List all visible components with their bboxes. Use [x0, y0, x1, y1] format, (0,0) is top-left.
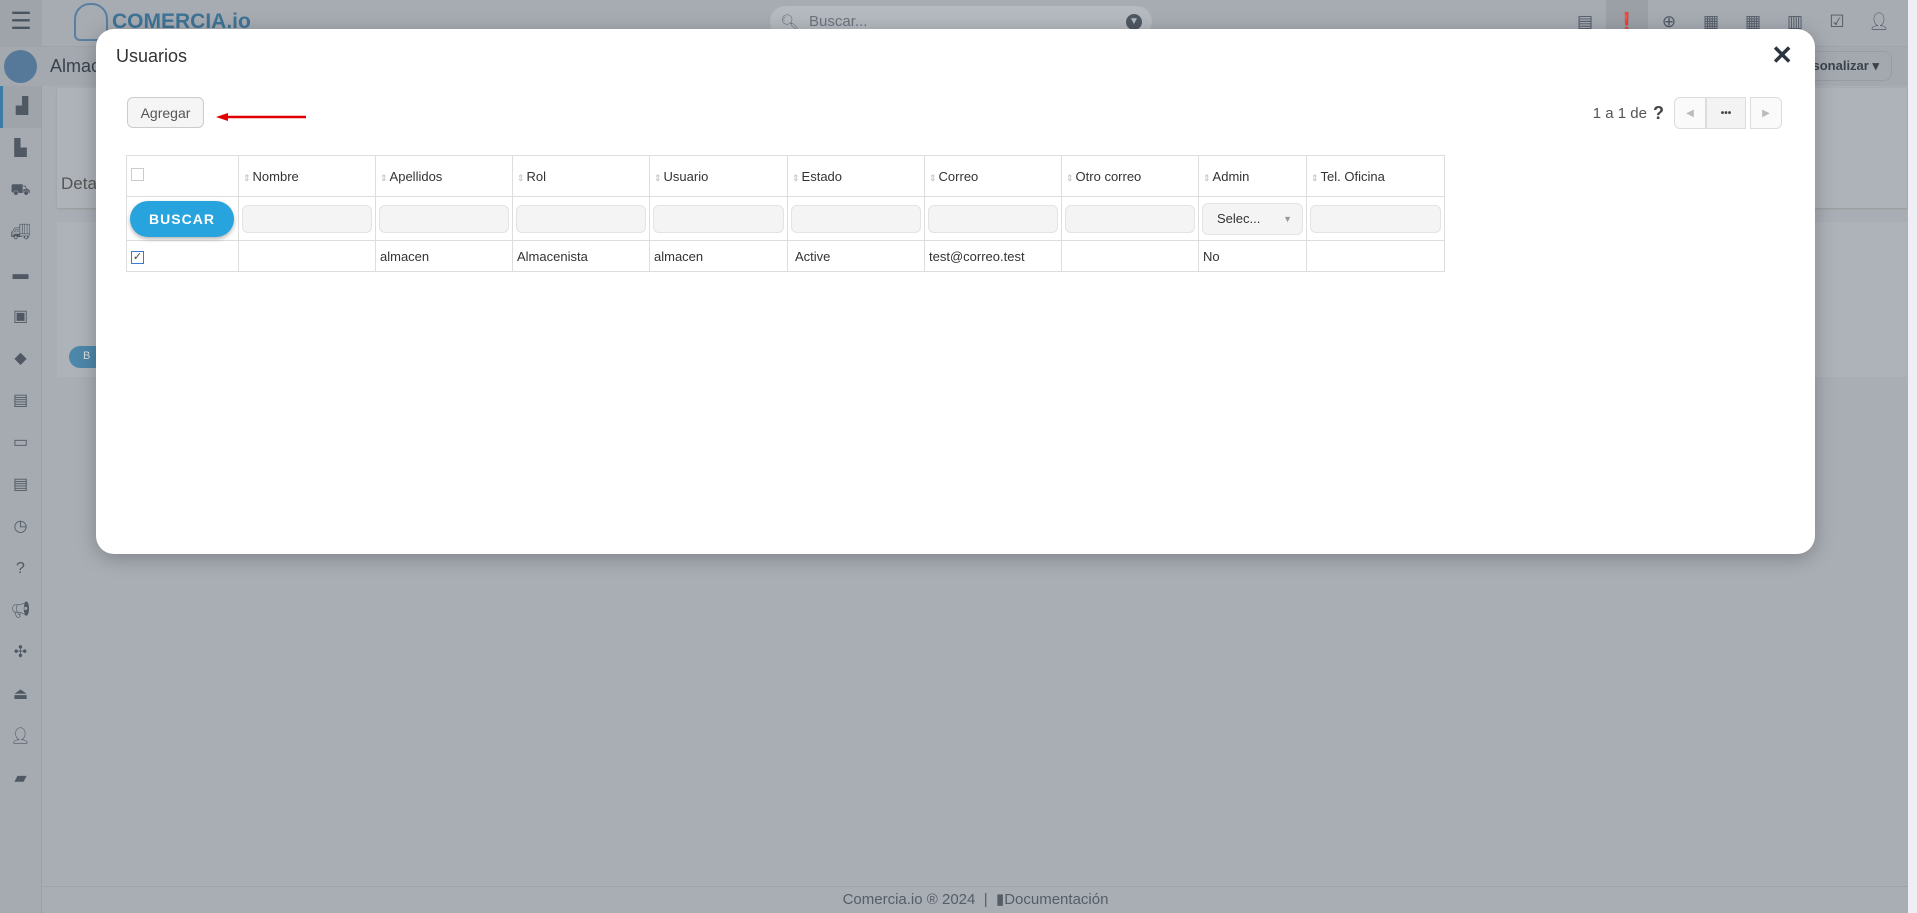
- column-label: Admin: [1212, 168, 1250, 184]
- filter-rol-input[interactable]: [516, 204, 646, 233]
- scrollbar[interactable]: [1908, 0, 1917, 913]
- column-header[interactable]: ⇕ Apellidos: [375, 155, 513, 197]
- warehouse-icon[interactable]: ▙: [0, 128, 41, 170]
- footer-separator: |: [983, 891, 988, 908]
- column-label: Otro correo: [1075, 168, 1142, 184]
- cell-correo: test@correo.test: [924, 240, 1062, 272]
- cell-usuario: almacen: [649, 240, 788, 272]
- chevron-down-icon[interactable]: ▼: [1126, 13, 1142, 30]
- user-clock-icon[interactable]: 👤︎: [0, 716, 41, 758]
- column-header[interactable]: ⇕ Admin: [1198, 155, 1307, 197]
- cell-estado: Active: [787, 240, 925, 272]
- search-button[interactable]: BUSCAR: [130, 200, 234, 237]
- column-header[interactable]: ⇕ Estado: [787, 155, 925, 197]
- megaphone-icon[interactable]: 📢︎: [0, 590, 41, 632]
- filter-usuario-input[interactable]: [653, 204, 784, 233]
- menu-icon[interactable]: ☰: [0, 0, 42, 47]
- boxes-icon[interactable]: ▟: [0, 86, 41, 128]
- clock-icon[interactable]: ◷: [0, 506, 41, 548]
- column-header[interactable]: ⇕ Usuario: [649, 155, 788, 197]
- admin-select-value: Selec...: [1217, 211, 1261, 226]
- filter-apellidos-input[interactable]: [379, 204, 509, 233]
- red-arrow-annotation: [216, 113, 306, 121]
- column-label: Rol: [526, 168, 547, 184]
- briefcase-icon[interactable]: ▬: [0, 254, 41, 296]
- filter-otro-correo-input[interactable]: [1065, 204, 1195, 233]
- column-header[interactable]: ⇕ Rol: [512, 155, 650, 197]
- column-label: Estado: [801, 168, 843, 184]
- close-icon[interactable]: ✕: [1771, 40, 1793, 71]
- column-label: Apellidos: [389, 168, 443, 184]
- pager-help-icon[interactable]: ?: [1653, 103, 1664, 124]
- pager-text: 1 a 1 de: [1592, 104, 1647, 122]
- user-icon[interactable]: 👤︎: [1858, 0, 1900, 47]
- column-header[interactable]: ⇕ Tel. Oficina: [1306, 155, 1445, 197]
- filter-nombre-input[interactable]: [242, 204, 372, 233]
- row-checkbox[interactable]: ✓: [131, 251, 144, 264]
- footer: Comercia.io ® 2024 | ▮Documentación: [43, 886, 1908, 913]
- clipboard-check-icon[interactable]: ▣: [0, 296, 41, 338]
- next-page-button[interactable]: ▶: [1750, 97, 1782, 129]
- ticket-icon[interactable]: ▭: [0, 422, 41, 464]
- background-tab: Deta: [61, 174, 97, 193]
- users-modal: Usuarios ✕ Agregar 1 a 1 de ? ◀ ••• ▶ ⇕ N…: [96, 29, 1815, 554]
- filter-admin-select[interactable]: Selec... ▼: [1202, 202, 1303, 235]
- search-icon: 🔍︎: [780, 13, 800, 31]
- help-icon[interactable]: ?: [0, 548, 41, 590]
- docs-link[interactable]: Documentación: [1004, 891, 1108, 908]
- sort-icon: ⇕: [792, 172, 800, 183]
- copyright: Comercia.io ® 2024: [842, 891, 976, 908]
- column-header[interactable]: ⇕ Correo: [924, 155, 1062, 197]
- cell-admin: No: [1198, 240, 1307, 272]
- sort-icon: ⇕: [654, 172, 662, 183]
- prev-page-button[interactable]: ◀: [1674, 97, 1706, 129]
- header-row: ⇕ Nombre ⇕ Apellidos ⇕ Rol ⇕ Usuario ⇕ Estado…: [126, 155, 1445, 197]
- module-icon: [4, 50, 37, 83]
- book-icon: ▮: [995, 891, 1005, 908]
- sort-icon: ⇕: [929, 172, 937, 183]
- column-label: Tel. Oficina: [1320, 168, 1385, 184]
- select-all-cell: [126, 155, 239, 197]
- sort-icon: ⇕: [1311, 172, 1319, 183]
- cell-rol: Almacenista: [512, 240, 650, 272]
- users-table: ⇕ Nombre ⇕ Apellidos ⇕ Rol ⇕ Usuario ⇕ Estado…: [126, 155, 1445, 272]
- pagination: 1 a 1 de ? ◀ ••• ▶: [1593, 97, 1782, 129]
- box-icon[interactable]: ▰: [0, 758, 41, 800]
- search-placeholder: Buscar...: [809, 13, 868, 30]
- sort-icon: ⇕: [243, 172, 251, 183]
- cell-tel-oficina: [1306, 240, 1445, 272]
- column-label: Correo: [938, 168, 979, 184]
- checkbox-icon[interactable]: ☑: [1816, 0, 1858, 47]
- cell-apellidos: almacen: [375, 240, 513, 272]
- select-all-checkbox[interactable]: [131, 168, 144, 181]
- column-label: Nombre: [252, 168, 299, 184]
- column-header[interactable]: ⇕ Otro correo: [1061, 155, 1199, 197]
- cell-nombre: [238, 240, 376, 272]
- add-button[interactable]: Agregar: [127, 97, 204, 128]
- sort-icon: ⇕: [1066, 172, 1074, 183]
- page-select-button[interactable]: •••: [1706, 97, 1746, 129]
- truck-icon[interactable]: 🚚︎: [0, 212, 41, 254]
- column-label: Usuario: [663, 168, 709, 184]
- filter-estado-input[interactable]: [791, 204, 921, 233]
- table-row[interactable]: ✓ almacen Almacenista almacen Active tes…: [126, 240, 1445, 272]
- file-icon[interactable]: ▤: [0, 380, 41, 422]
- clipboard-list-icon[interactable]: ▤: [0, 464, 41, 506]
- hardhat-icon[interactable]: ⏏: [0, 674, 41, 716]
- sort-icon: ⇕: [517, 172, 525, 183]
- caret-down-icon: ▼: [1283, 213, 1292, 224]
- filter-tel-oficina-input[interactable]: [1310, 204, 1441, 233]
- puzzle-icon[interactable]: ✣: [0, 632, 41, 674]
- diamond-icon[interactable]: ◆: [0, 338, 41, 380]
- sidebar: ▟ ▙ ⛟ 🚚︎ ▬ ▣ ◆ ▤ ▭ ▤ ◷ ? 📢︎ ✣ ⏏ 👤︎ ▰: [0, 86, 42, 913]
- cart-icon[interactable]: ⛟: [0, 170, 41, 212]
- sort-icon: ⇕: [380, 172, 388, 183]
- filter-correo-input[interactable]: [928, 204, 1058, 233]
- sort-icon: ⇕: [1203, 172, 1211, 183]
- column-header[interactable]: ⇕ Nombre: [238, 155, 376, 197]
- modal-title: Usuarios: [116, 46, 188, 66]
- filter-row: BUSCAR Selec... ▼: [126, 196, 1445, 241]
- page-title: Almac: [50, 56, 101, 76]
- cell-otro-correo: [1061, 240, 1199, 272]
